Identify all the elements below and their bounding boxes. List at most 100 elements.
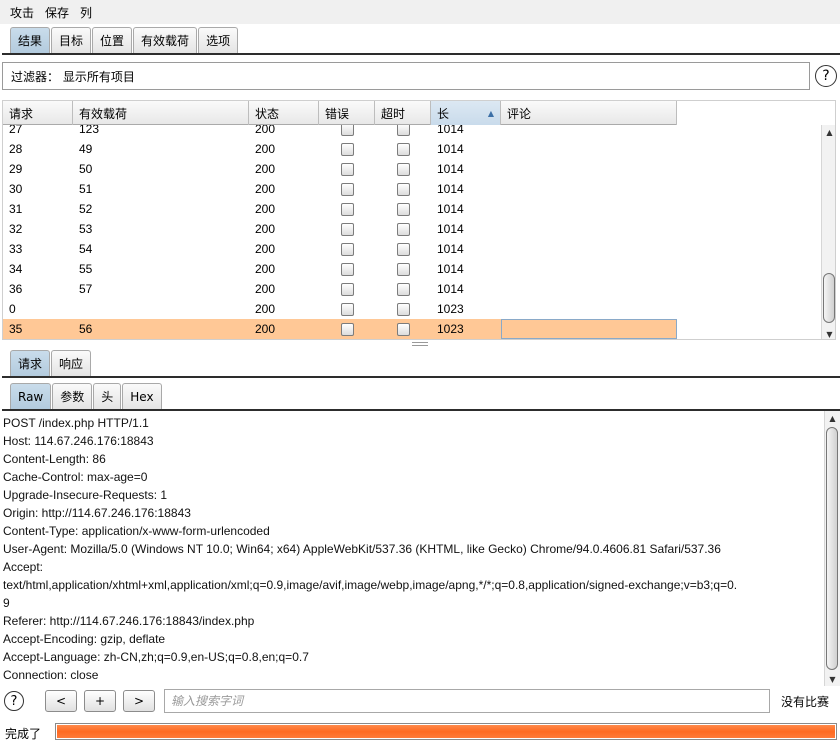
- cell-comment[interactable]: [501, 179, 677, 199]
- cell-comment[interactable]: [501, 259, 677, 279]
- raw-request-line: Content-Length: 86: [3, 452, 106, 466]
- timeout-checkbox[interactable]: [396, 125, 410, 136]
- tab-headers[interactable]: 头: [93, 383, 122, 409]
- tab-response[interactable]: 响应: [51, 350, 92, 376]
- cell-comment[interactable]: [501, 279, 677, 299]
- tab-request[interactable]: 请求: [10, 350, 51, 376]
- table-header: 请求 有效载荷 状态 错误 超时 长 ▲ 评论: [3, 101, 677, 125]
- cell-timeout: [375, 299, 431, 319]
- cell-request: 28: [9, 142, 23, 156]
- cell-comment[interactable]: [501, 299, 677, 319]
- cell-comment[interactable]: [501, 219, 677, 239]
- table-row[interactable]: 36 57 200 1014: [3, 279, 677, 299]
- raw-request-line: User-Agent: Mozilla/5.0 (Windows NT 10.0…: [3, 542, 721, 556]
- table-row[interactable]: 27 123 200 1014: [3, 125, 677, 139]
- table-row[interactable]: 29 50 200 1014: [3, 159, 677, 179]
- cell-length: 1014: [437, 182, 464, 196]
- cell-status: 200: [255, 182, 276, 196]
- timeout-checkbox[interactable]: [396, 142, 410, 156]
- cell-comment[interactable]: [501, 125, 677, 139]
- raw-scroll-thumb[interactable]: [826, 427, 838, 670]
- timeout-checkbox[interactable]: [396, 282, 410, 296]
- tab-raw[interactable]: Raw: [10, 383, 52, 409]
- cell-comment[interactable]: [501, 199, 677, 219]
- menu-columns[interactable]: 列: [80, 4, 92, 21]
- timeout-checkbox[interactable]: [396, 302, 410, 316]
- error-checkbox[interactable]: [340, 222, 354, 236]
- cell-error: [319, 125, 375, 139]
- table-row[interactable]: 33 54 200 1014: [3, 239, 677, 259]
- search-help-icon[interactable]: ?: [4, 691, 24, 711]
- raw-request-editor[interactable]: POST /index.php HTTP/1.1 Host: 114.67.246…: [0, 411, 840, 686]
- table-row[interactable]: 0 200 1023: [3, 299, 677, 319]
- col-header-error[interactable]: 错误: [319, 101, 375, 125]
- timeout-checkbox[interactable]: [396, 162, 410, 176]
- table-scroll-thumb[interactable]: [823, 273, 835, 323]
- help-icon[interactable]: ?: [815, 65, 837, 87]
- timeout-checkbox[interactable]: [396, 182, 410, 196]
- tab-positions[interactable]: 位置: [92, 27, 133, 53]
- error-checkbox[interactable]: [340, 282, 354, 296]
- filter-bar[interactable]: 过滤器： 显示所有项目: [2, 62, 810, 90]
- error-checkbox[interactable]: [340, 242, 354, 256]
- next-match-button[interactable]: >: [123, 690, 155, 712]
- col-header-status[interactable]: 状态: [249, 101, 319, 125]
- error-checkbox[interactable]: [340, 142, 354, 156]
- pane-splitter-handle[interactable]: [412, 342, 428, 346]
- raw-scroll-up-icon[interactable]: ▲: [825, 411, 840, 425]
- table-scrollbar[interactable]: ▲ ▼: [821, 125, 835, 339]
- cell-request: 34: [9, 262, 23, 276]
- tab-target[interactable]: 目标: [51, 27, 92, 53]
- error-checkbox[interactable]: [340, 202, 354, 216]
- results-table: 请求 有效载荷 状态 错误 超时 长 ▲ 评论 27 123 200 1014 28 49…: [2, 100, 836, 340]
- timeout-checkbox[interactable]: [396, 322, 410, 336]
- tab-payloads[interactable]: 有效载荷: [133, 27, 198, 53]
- timeout-checkbox[interactable]: [396, 202, 410, 216]
- table-row[interactable]: 32 53 200 1014: [3, 219, 677, 239]
- col-header-payload[interactable]: 有效载荷: [73, 101, 249, 125]
- raw-request-line: Host: 114.67.246.176:18843: [3, 434, 154, 448]
- error-checkbox[interactable]: [340, 302, 354, 316]
- add-button[interactable]: +: [84, 690, 116, 712]
- table-row[interactable]: 34 55 200 1014: [3, 259, 677, 279]
- timeout-checkbox[interactable]: [396, 222, 410, 236]
- menu-save[interactable]: 保存: [45, 4, 69, 21]
- col-header-comment[interactable]: 评论: [501, 101, 677, 125]
- scroll-up-icon[interactable]: ▲: [822, 125, 835, 139]
- search-input[interactable]: [164, 689, 770, 713]
- error-checkbox[interactable]: [340, 262, 354, 276]
- cell-comment[interactable]: [501, 239, 677, 259]
- cell-comment[interactable]: [501, 139, 677, 159]
- raw-scrollbar[interactable]: ▲ ▼: [824, 411, 840, 686]
- table-row[interactable]: 30 51 200 1014: [3, 179, 677, 199]
- timeout-checkbox[interactable]: [396, 262, 410, 276]
- tab-results[interactable]: 结果: [10, 27, 51, 53]
- table-row[interactable]: 31 52 200 1014: [3, 199, 677, 219]
- prev-match-button[interactable]: <: [45, 690, 77, 712]
- cell-request: 0: [9, 302, 16, 316]
- col-header-request[interactable]: 请求: [3, 101, 73, 125]
- detail-tab-divider: [2, 376, 840, 378]
- cell-payload: 53: [79, 222, 93, 236]
- tab-options[interactable]: 选项: [198, 27, 239, 53]
- cell-comment[interactable]: [501, 159, 677, 179]
- table-row[interactable]: 35 56 200 1023: [3, 319, 677, 339]
- col-header-timeout[interactable]: 超时: [375, 101, 431, 125]
- menu-attack[interactable]: 攻击: [10, 4, 34, 21]
- error-checkbox[interactable]: [340, 322, 354, 336]
- table-row[interactable]: 28 49 200 1014: [3, 139, 677, 159]
- scroll-down-icon[interactable]: ▼: [822, 327, 835, 339]
- error-checkbox[interactable]: [340, 162, 354, 176]
- raw-scroll-down-icon[interactable]: ▼: [825, 672, 840, 686]
- cell-request: 30: [9, 182, 23, 196]
- error-checkbox[interactable]: [340, 182, 354, 196]
- tab-params[interactable]: 参数: [52, 383, 93, 409]
- cell-request: 36: [9, 282, 23, 296]
- timeout-checkbox[interactable]: [396, 242, 410, 256]
- cell-error: [319, 279, 375, 299]
- tab-hex[interactable]: Hex: [122, 383, 162, 409]
- col-header-length[interactable]: 长 ▲: [431, 101, 501, 125]
- error-checkbox[interactable]: [340, 125, 354, 136]
- cell-comment[interactable]: [501, 319, 677, 339]
- cell-request: 29: [9, 162, 23, 176]
